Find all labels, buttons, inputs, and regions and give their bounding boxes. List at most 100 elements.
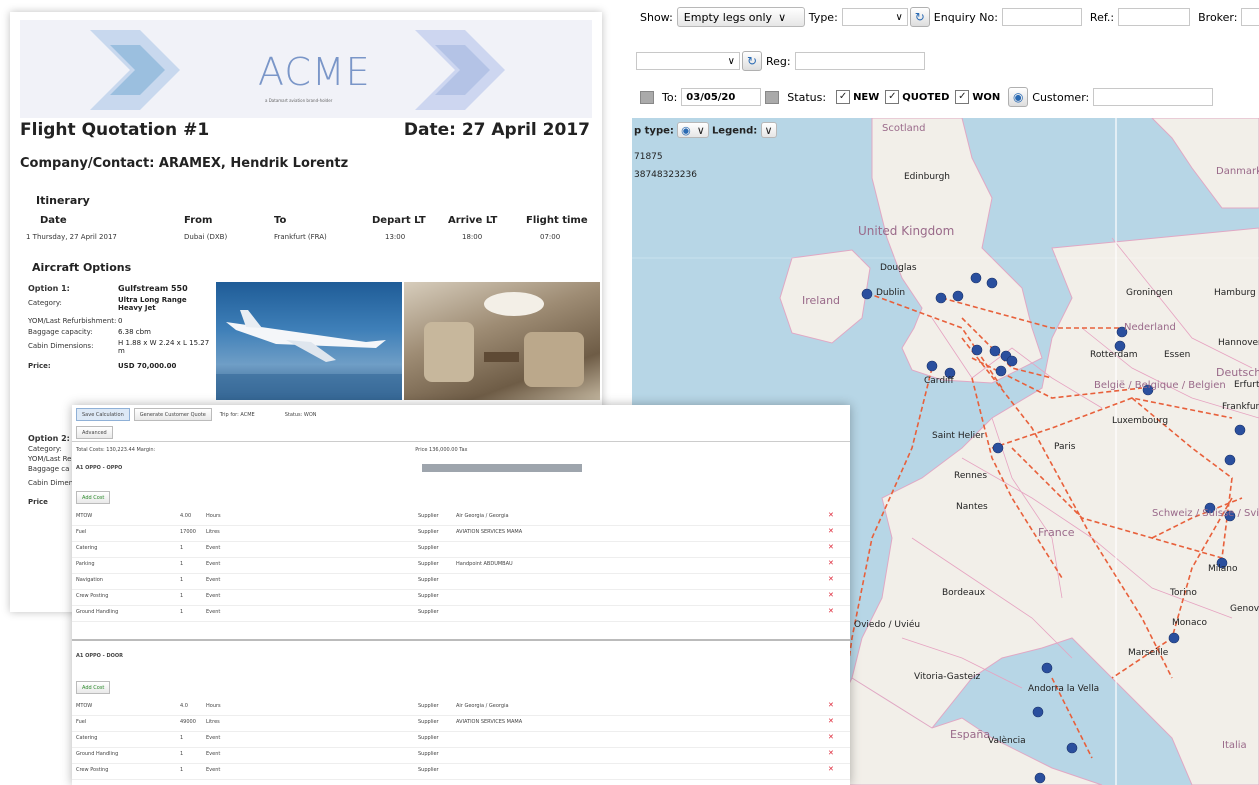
divider xyxy=(72,441,850,442)
aircraft-cabin-photo xyxy=(404,282,600,400)
map-label: Douglas xyxy=(880,263,917,273)
option-value: 6.38 cbm xyxy=(118,328,151,336)
delete-icon[interactable]: ✕ xyxy=(828,733,834,741)
cost-name: Navigation xyxy=(76,577,103,583)
to-date-input[interactable]: 03/05/20 xyxy=(681,88,762,106)
cost-name: MTOW xyxy=(76,703,93,709)
type-select[interactable]: ∨ xyxy=(841,8,908,26)
cabin-illustration xyxy=(424,292,584,387)
status-new-checkbox[interactable]: ✓ xyxy=(836,90,851,104)
cost-name: Catering xyxy=(76,545,98,551)
leg-header-1: A1 OPPO - OPPO xyxy=(72,461,850,474)
option-value: Gulfstream 550 xyxy=(118,284,188,293)
show-select[interactable]: Empty legs only ∨ xyxy=(676,7,805,27)
add-cost-button[interactable]: Add Cost xyxy=(76,681,111,694)
map-label: Vitoria-Gasteiz xyxy=(914,672,981,682)
cost-unit: Hours xyxy=(206,513,221,519)
refresh-icon[interactable]: ↻ xyxy=(909,7,930,27)
aircraft-select[interactable]: ∨ xyxy=(636,52,740,70)
refresh-icon[interactable]: ↻ xyxy=(742,51,762,71)
delete-icon[interactable]: ✕ xyxy=(828,701,834,709)
cost-qty: 1 xyxy=(180,735,184,741)
cost-unit: Event xyxy=(206,577,221,583)
reg-label: Reg: xyxy=(766,54,791,68)
cost-qty: 1 xyxy=(180,545,184,551)
leg-route: A1 OPPO - OPPO xyxy=(76,464,123,471)
calendar-icon[interactable] xyxy=(640,90,654,104)
cost-qty: 4.00 xyxy=(180,513,192,519)
status-won-checkbox[interactable]: ✓ xyxy=(955,90,970,104)
cost-name: Ground Handling xyxy=(76,751,119,757)
map-label: España xyxy=(950,728,991,741)
map-label: Torino xyxy=(1170,588,1197,598)
broker-input[interactable] xyxy=(1241,8,1259,26)
map-label: Rennes xyxy=(954,471,988,481)
itinerary-col-flighttime: Flight time xyxy=(526,215,588,226)
ref-input[interactable] xyxy=(1118,8,1191,26)
option-label: Category: xyxy=(28,445,62,453)
delete-icon[interactable]: ✕ xyxy=(828,575,834,583)
cost-supplier: Supplier xyxy=(418,719,439,725)
option-label: Price xyxy=(28,498,48,506)
chevron-down-icon: ∨ xyxy=(764,123,773,137)
cost-row: Catering 1 Event Supplier ✕ xyxy=(72,731,850,748)
calendar-icon[interactable] xyxy=(765,90,780,104)
delete-icon[interactable]: ✕ xyxy=(828,559,834,567)
itinerary-cell: 1 Thursday, 27 April 2017 xyxy=(26,233,117,241)
delete-icon[interactable]: ✕ xyxy=(828,607,834,615)
cost-name: Fuel xyxy=(76,529,87,535)
delete-icon[interactable]: ✕ xyxy=(828,765,834,773)
itinerary-col-to: To xyxy=(274,215,287,226)
map-label: Nederland xyxy=(1124,322,1176,333)
add-cost-row: Add Cost xyxy=(72,491,850,504)
logo-tagline: a Datamart aviation brand-holder xyxy=(265,98,333,103)
delete-icon[interactable]: ✕ xyxy=(828,717,834,725)
cost-partner[interactable]: Handpoint ABDUMBAU xyxy=(456,561,513,567)
option-value: H 1.88 x W 2.24 x L 15.27 m xyxy=(118,339,210,355)
reg-input[interactable] xyxy=(794,52,925,70)
cost-partner[interactable]: Air Georgia / Georgia xyxy=(456,513,509,519)
delete-icon[interactable]: ✕ xyxy=(828,749,834,757)
ref-label: Ref.: xyxy=(1089,10,1115,24)
search-icon[interactable]: ◉ xyxy=(1008,87,1029,107)
generate-quote-button[interactable]: Generate Customer Quote xyxy=(133,408,212,421)
map-label: Essen xyxy=(1164,350,1191,360)
map-label: Groningen xyxy=(1126,288,1173,298)
status-new-label: NEW xyxy=(853,91,880,103)
map-label: Hannover xyxy=(1218,338,1259,348)
cost-row: Navigation 1 Event Supplier ✕ xyxy=(72,573,850,590)
calculation-window: Save Calculation Generate Customer Quote… xyxy=(72,405,850,785)
status-quoted-checkbox[interactable]: ✓ xyxy=(885,90,900,104)
legend-select[interactable]: ∨ xyxy=(760,122,777,138)
quote-title: Flight Quotation #1 xyxy=(20,120,210,140)
map-label: Rotterdam xyxy=(1090,350,1138,360)
cost-partner[interactable]: AVIATION SERVICES MAMA xyxy=(456,529,522,535)
filter-row-3: To: 03/05/20 Status: ✓ NEW ✓ QUOTED ✓ WO… xyxy=(636,84,1214,110)
delete-icon[interactable]: ✕ xyxy=(828,591,834,599)
enquiry-input[interactable] xyxy=(1001,8,1082,26)
cost-qty: 1 xyxy=(180,593,184,599)
advanced-tab[interactable]: Advanced xyxy=(76,426,113,439)
option-label: Option 1: xyxy=(28,284,70,293)
cost-supplier: Supplier xyxy=(418,767,439,773)
save-calculation-button[interactable]: Save Calculation xyxy=(76,408,130,421)
jet-illustration xyxy=(216,310,402,400)
delete-icon[interactable]: ✕ xyxy=(828,543,834,551)
itinerary-cell: Frankfurt (FRA) xyxy=(274,233,327,241)
cost-partner[interactable]: AVIATION SERVICES MAMA xyxy=(456,719,522,725)
aircraft-options-heading: Aircraft Options xyxy=(32,261,132,274)
cost-supplier: Supplier xyxy=(418,513,439,519)
delete-icon[interactable]: ✕ xyxy=(828,527,834,535)
map-label: Schweiz / Suisse / Svizzera / Svizra xyxy=(1152,508,1259,519)
delete-icon[interactable]: ✕ xyxy=(828,511,834,519)
cost-row: MTOW 4.00 Hours Supplier Air Georgia / Georg… xyxy=(72,509,850,526)
leg-header-2: A1 OPPO - DOOR xyxy=(72,649,850,662)
map-type-select[interactable]: ◉ ∨ xyxy=(677,122,709,138)
cost-supplier: Supplier xyxy=(418,751,439,757)
add-cost-button[interactable]: Add Cost xyxy=(76,491,111,504)
map-label: Cardiff xyxy=(924,376,954,386)
cost-partner[interactable]: Air Georgia / Georgia xyxy=(456,703,509,709)
customer-input[interactable] xyxy=(1093,88,1214,106)
map-label: Erfurt xyxy=(1234,380,1259,390)
option-value: Ultra Long Range Heavy Jet xyxy=(118,296,187,312)
